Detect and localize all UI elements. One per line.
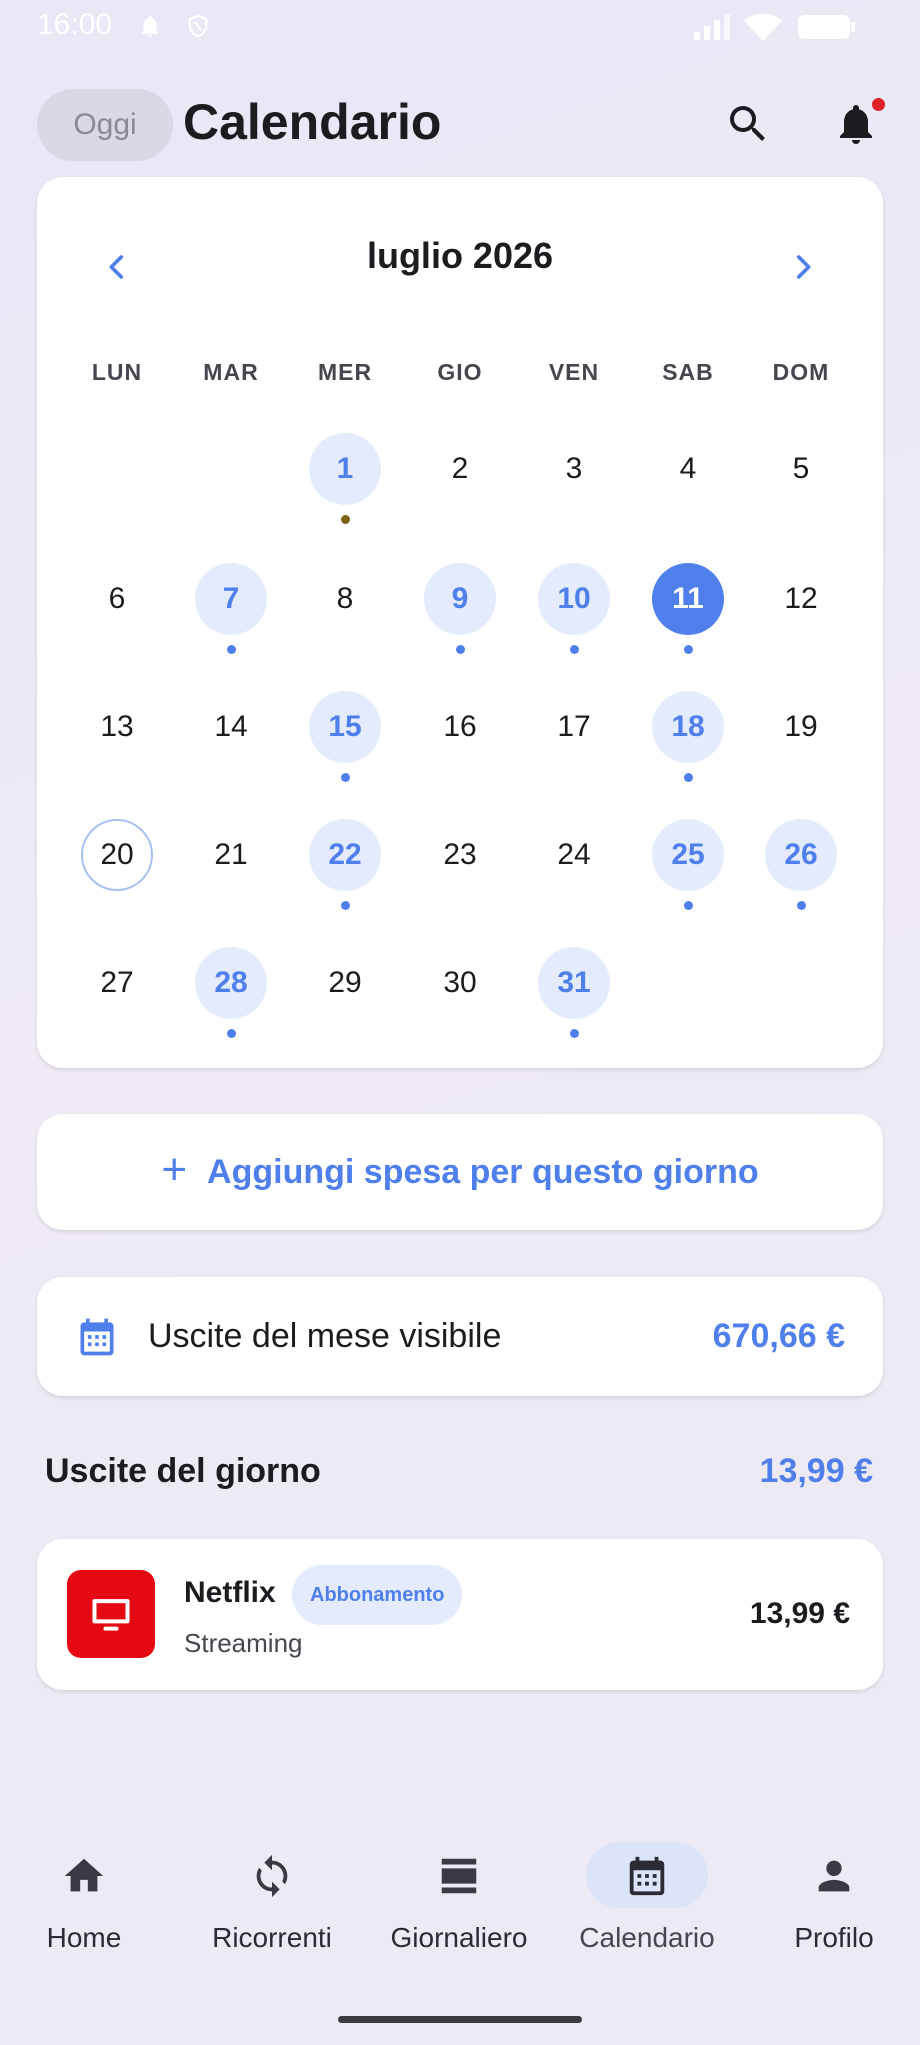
nav-home-label: Home [46,1922,122,1953]
weekday-label: GIO [437,359,483,385]
calendar-day[interactable]: 7 [195,563,267,635]
calendar-day[interactable]: 10 [538,563,610,635]
nav-profilo-label: Profilo [794,1922,874,1953]
calendar-day[interactable]: 30 [424,947,496,1019]
calendar-icon [80,1318,114,1356]
calendar-day[interactable]: 26 [765,819,837,891]
calendar-day[interactable]: 17 [538,691,610,763]
calendar-day[interactable]: 12 [765,563,837,635]
signal-icon [694,14,730,40]
today-button[interactable]: Oggi [37,89,173,161]
calendar-day[interactable]: 28 [195,947,267,1019]
expense-item[interactable]: Netflix Abbonamento Streaming 13,99 € [37,1539,883,1690]
netflix-logo [67,1570,155,1658]
weekday-label: VEN [548,359,600,385]
calendar-day[interactable]: 4 [652,433,724,505]
expense-dot [226,645,236,654]
calendar-day[interactable]: 31 [538,947,610,1019]
shield-status-icon [188,14,208,38]
expense-dot [340,901,350,910]
calendar-day[interactable]: 27 [81,947,153,1019]
day-expenses-total: 13,99 € [759,1452,873,1490]
nav-calendario-label: Calendario [579,1922,715,1953]
calendar-day[interactable]: 14 [195,691,267,763]
expense-dot [683,773,693,782]
nav-ricorrenti[interactable]: Ricorrenti [187,1842,357,1962]
nav-ricorrenti-label: Ricorrenti [212,1922,332,1953]
month-label: luglio 2026 [366,235,554,276]
home-indicator[interactable] [338,2016,582,2023]
weekday-label: DOM [772,359,830,385]
weekday-label: SAB [662,359,714,385]
calendar-icon [629,1856,665,1896]
calendar-day[interactable]: 3 [538,433,610,505]
battery-icon [798,15,855,39]
calendar-day[interactable]: 29 [309,947,381,1019]
expense-type-badge: Abbonamento [292,1565,463,1625]
calendar-day[interactable]: 18 [652,691,724,763]
weekday-label: MER [317,359,373,385]
calendar-day[interactable]: 22 [309,819,381,891]
person-icon [818,1860,850,1892]
nav-profilo[interactable]: Profilo [749,1842,919,1962]
notification-badge [872,98,885,111]
calendar-day[interactable]: 6 [81,563,153,635]
view-agenda-icon [441,1858,477,1894]
day-expenses-title: Uscite del giorno [45,1452,321,1490]
expense-dot [569,1029,579,1038]
expense-dot [569,645,579,654]
next-month-button[interactable] [775,239,831,295]
calendar-day[interactable]: 8 [309,563,381,635]
add-expense-label: Aggiungi spesa per questo giorno [207,1152,759,1191]
expense-dot [340,515,350,524]
add-expense-button[interactable]: + Aggiungi spesa per questo giorno [37,1114,883,1230]
calendar-day[interactable]: 5 [765,433,837,505]
expense-dot [683,901,693,910]
month-summary-label: Uscite del mese visibile [148,1317,502,1355]
calendar-day[interactable]: 25 [652,819,724,891]
wifi-icon [744,13,782,42]
nav-calendario[interactable]: Calendario [562,1842,732,1962]
chevron-right-icon [796,255,811,279]
calendar-day[interactable]: 9 [424,563,496,635]
sync-icon [256,1854,288,1898]
calendar-day[interactable]: 16 [424,691,496,763]
page-title: Calendario [183,94,442,150]
calendar-day[interactable]: 20 [81,819,153,891]
calendar-day[interactable]: 2 [424,433,496,505]
expense-dot [455,645,465,654]
calendar-day[interactable]: 11 [652,563,724,635]
plus-icon: + [161,1145,188,1194]
calendar-day[interactable]: 1 [309,433,381,505]
calendar-day[interactable]: 24 [538,819,610,891]
calendar-day[interactable]: 21 [195,819,267,891]
expense-dot [226,1029,236,1038]
calendar-day[interactable]: 23 [424,819,496,891]
expense-dot [796,901,806,910]
nav-giornaliero[interactable]: Giornaliero [374,1842,544,1962]
calendar-day[interactable]: 15 [309,691,381,763]
tv-icon [92,1599,130,1631]
calendar-day[interactable]: 19 [765,691,837,763]
month-summary-value: 670,66 € [712,1317,845,1355]
expense-category: Streaming [184,1628,303,1658]
nav-home[interactable]: Home [0,1842,169,1962]
month-summary-card: Uscite del mese visibile 670,66 € [37,1277,883,1396]
calendar-card: luglio 2026 LUN MAR MER GIO VEN SAB DOM … [37,177,883,1068]
expense-dot [340,773,350,782]
status-time: 16:00 [37,8,113,41]
weekday-label: MAR [203,359,259,385]
status-bar: 16:00 [0,0,920,52]
notification-status-icon [141,15,159,37]
nav-giornaliero-label: Giornaliero [390,1922,528,1953]
weekday-label: LUN [91,359,143,385]
home-icon [64,1858,104,1892]
search-icon[interactable] [724,100,772,148]
calendar-day[interactable]: 13 [81,691,153,763]
expense-amount: 13,99 € [749,1597,850,1630]
expense-name: Netflix [184,1576,276,1609]
expense-dot [683,645,693,654]
